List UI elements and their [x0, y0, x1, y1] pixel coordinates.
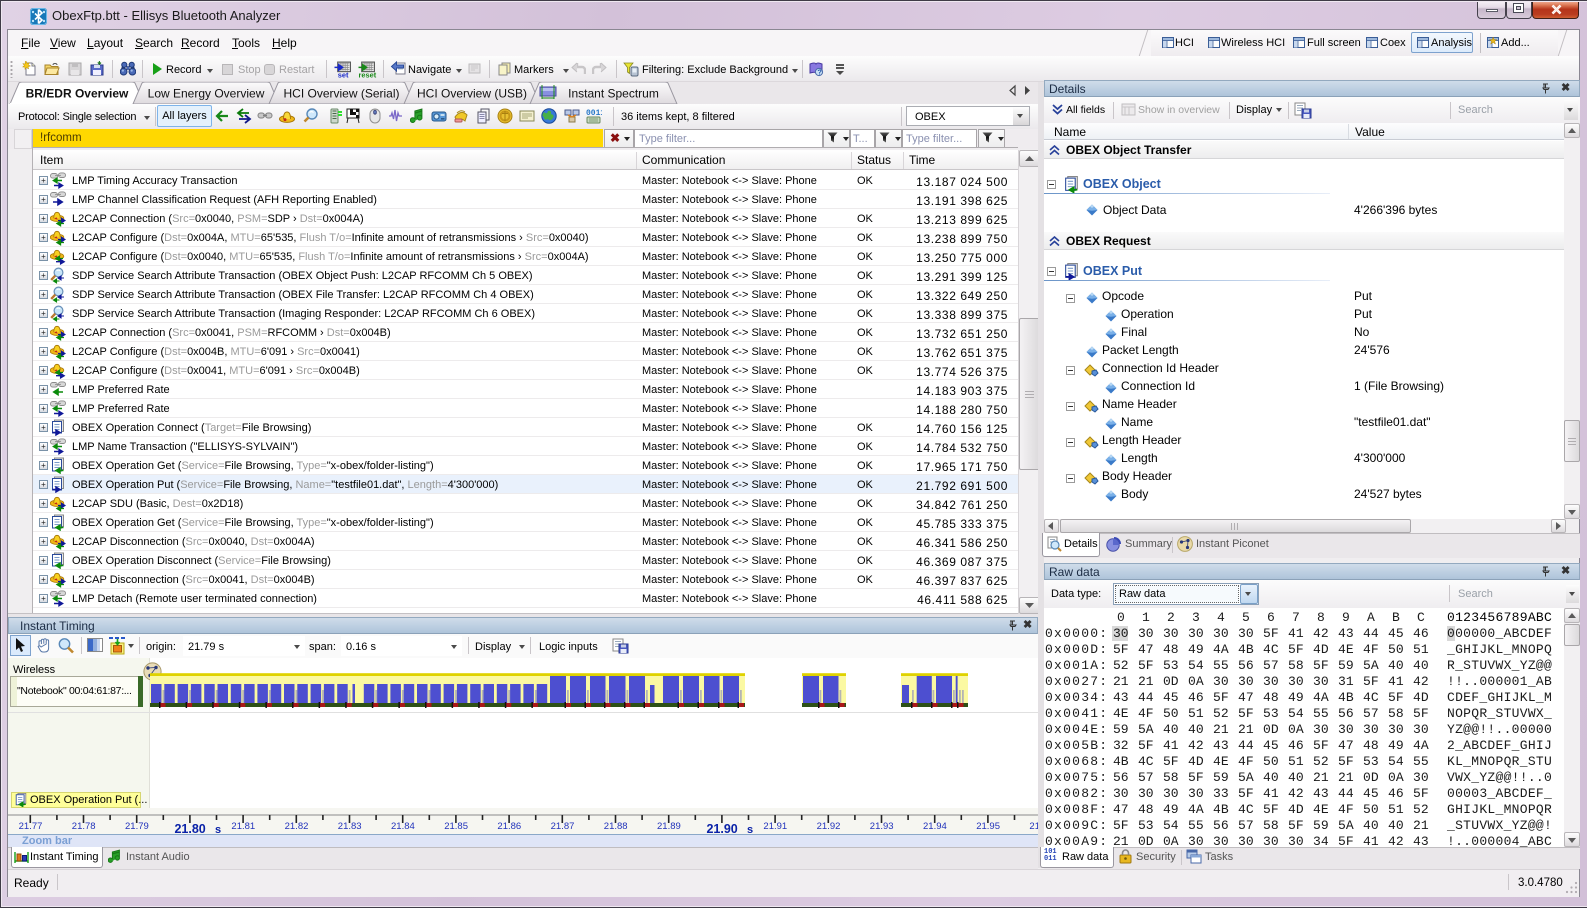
- svg-text:HCI Overview (USB): HCI Overview (USB): [417, 87, 527, 101]
- svg-text:21.94: 21.94: [923, 821, 947, 832]
- svg-text:21.85: 21.85: [444, 821, 468, 832]
- svg-text:?: ?: [817, 68, 822, 77]
- svg-text:21.83: 21.83: [338, 821, 362, 832]
- svg-text:21.81: 21.81: [231, 821, 255, 832]
- svg-text:21.96: 21.96: [1029, 821, 1038, 832]
- svg-text:21.79: 21.79: [125, 821, 149, 832]
- svg-text:Instant Spectrum: Instant Spectrum: [568, 87, 659, 101]
- svg-text:21.89: 21.89: [657, 821, 681, 832]
- svg-text:21.86: 21.86: [497, 821, 521, 832]
- svg-text:set: set: [338, 70, 349, 78]
- svg-text:reset: reset: [359, 70, 377, 78]
- svg-text:21.87: 21.87: [551, 821, 575, 832]
- svg-text:21.91: 21.91: [763, 821, 787, 832]
- svg-text:21.92: 21.92: [817, 821, 841, 832]
- svg-text:HCI Overview (Serial): HCI Overview (Serial): [283, 87, 399, 101]
- svg-text:21.78: 21.78: [72, 821, 96, 832]
- svg-text:21.93: 21.93: [870, 821, 894, 832]
- svg-text:Low Energy Overview: Low Energy Overview: [148, 87, 265, 101]
- svg-text:BR/EDR Overview: BR/EDR Overview: [26, 87, 129, 101]
- svg-text:21.95: 21.95: [976, 821, 1000, 832]
- svg-text:21.88: 21.88: [604, 821, 628, 832]
- svg-text:21.82: 21.82: [285, 821, 309, 832]
- svg-text:21.77: 21.77: [19, 821, 43, 832]
- svg-text:21.84: 21.84: [391, 821, 415, 832]
